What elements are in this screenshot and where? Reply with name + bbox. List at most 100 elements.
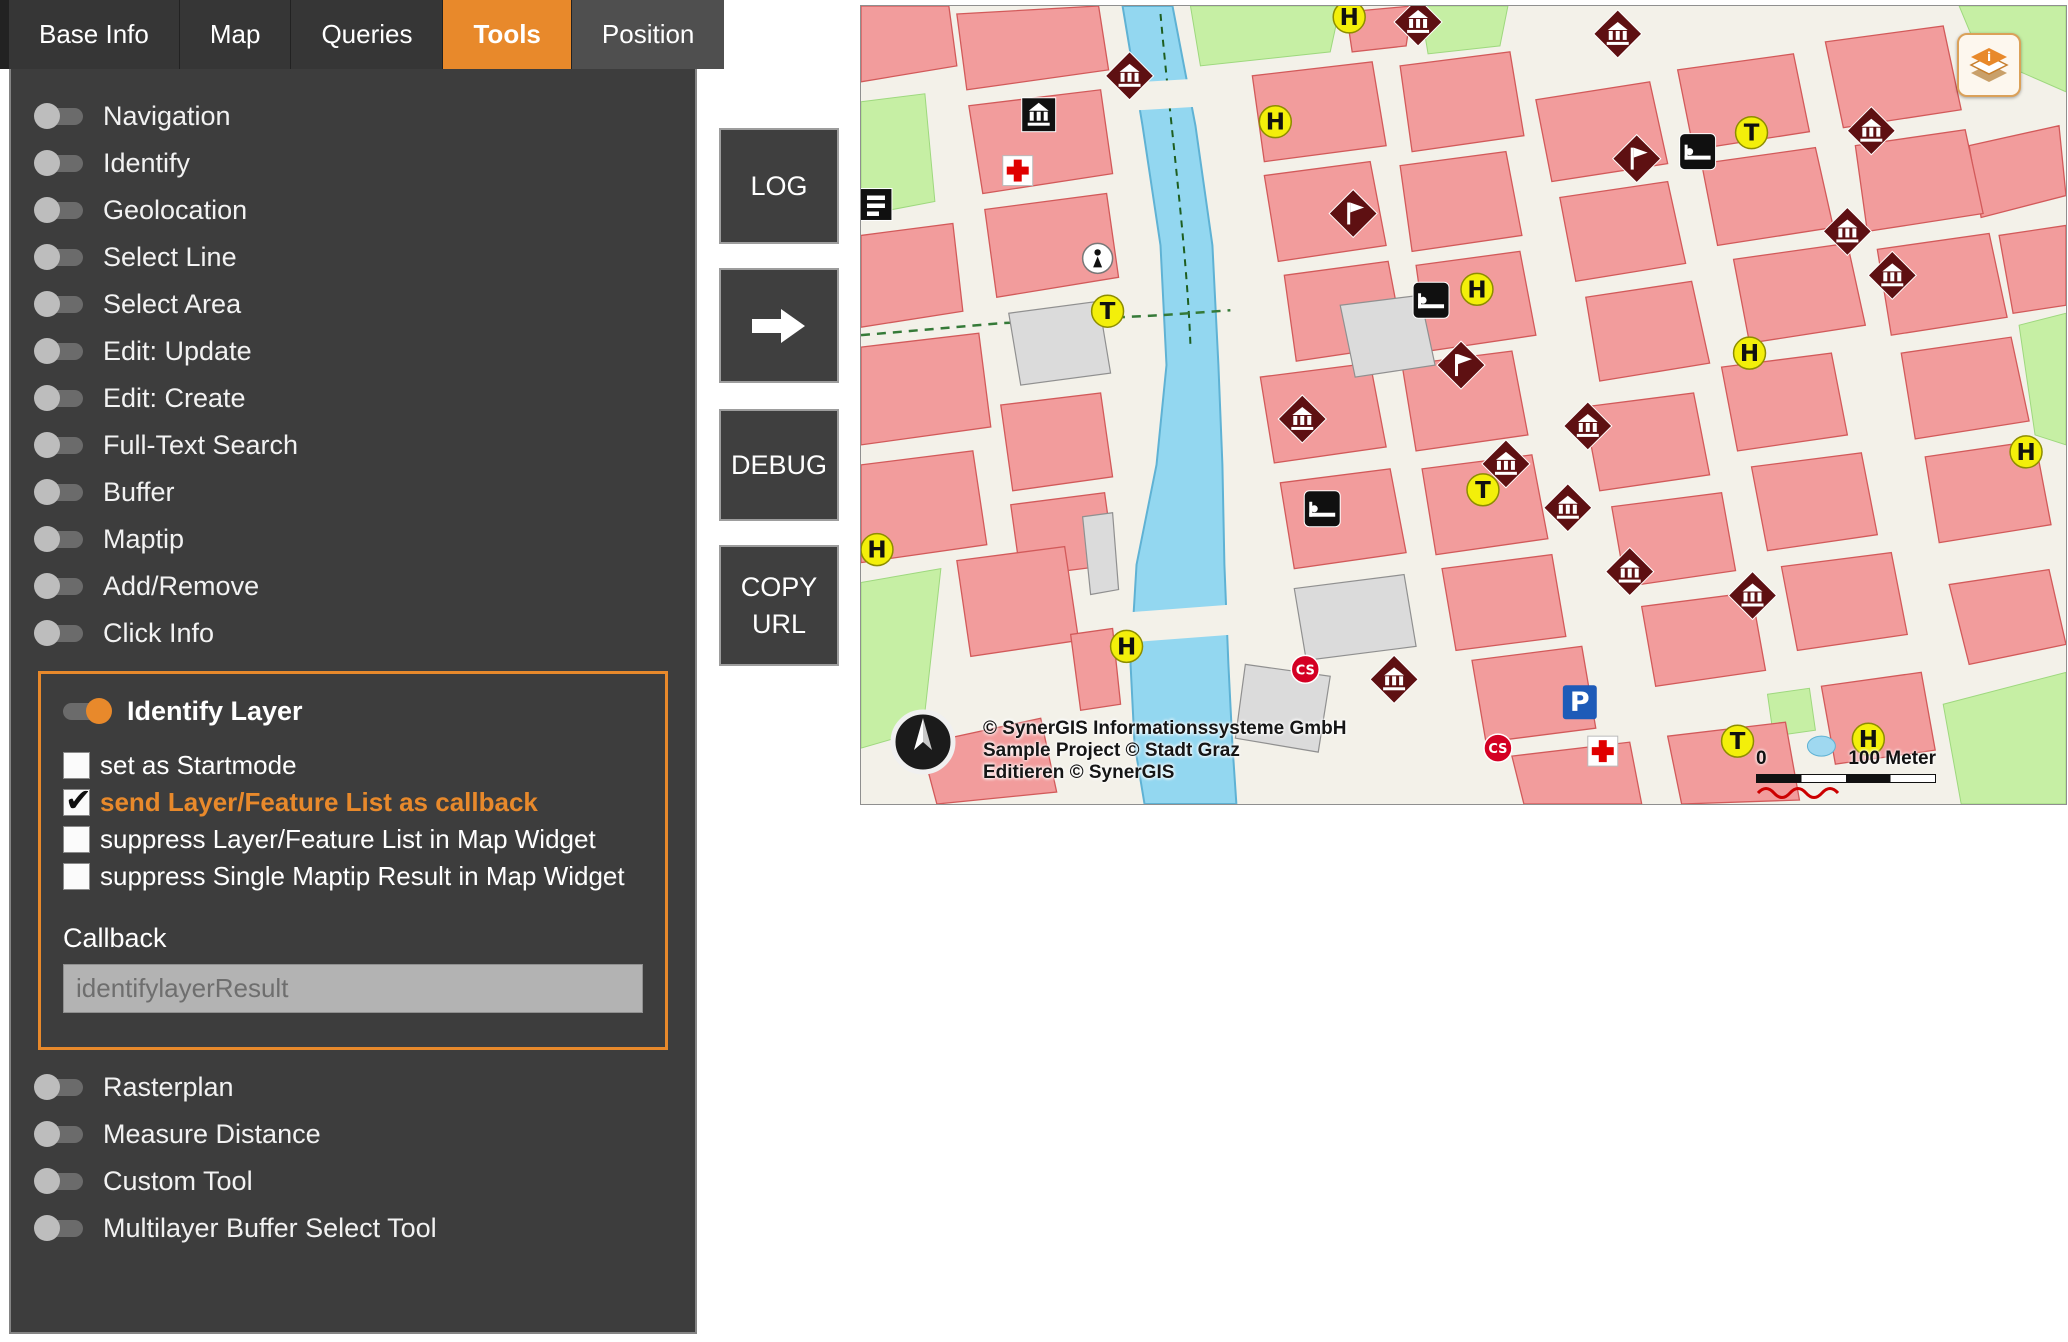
tool-toggle-add-remove[interactable]: Add/Remove [37, 563, 695, 610]
toggle-switch[interactable] [37, 578, 83, 595]
toggle-switch[interactable] [37, 343, 83, 360]
option-send-layer-feature-list-as-callback[interactable]: send Layer/Feature List as callback [63, 784, 643, 821]
toggle-label: Rasterplan [103, 1072, 234, 1103]
identify-options: set as Startmode send Layer/Feature List… [63, 747, 643, 895]
person-marker[interactable] [1083, 243, 1113, 273]
toggle-label: Add/Remove [103, 571, 259, 602]
toggle-switch[interactable] [37, 108, 83, 125]
toggle-label: Identify [103, 148, 190, 179]
cross-marker[interactable] [1588, 736, 1618, 766]
tool-toggle-navigation[interactable]: Navigation [37, 93, 695, 140]
tool-toggle-edit-update[interactable]: Edit: Update [37, 328, 695, 375]
cross-marker[interactable] [1003, 156, 1033, 186]
h-marker[interactable] [1111, 630, 1143, 662]
identify-layer-toggle[interactable] [63, 703, 109, 720]
tab-tools[interactable]: Tools [443, 0, 570, 69]
tool-toggle-select-area[interactable]: Select Area [37, 281, 695, 328]
h-marker[interactable] [2010, 436, 2042, 468]
hotel-marker[interactable] [1413, 282, 1449, 318]
toggle-switch[interactable] [37, 1220, 83, 1237]
toggle-label: Select Line [103, 242, 237, 273]
debug-button[interactable]: DEBUG [719, 409, 839, 521]
tool-toggle-select-line[interactable]: Select Line [37, 234, 695, 281]
toggle-label: Buffer [103, 477, 175, 508]
tool-toggle-custom-tool[interactable]: Custom Tool [37, 1158, 695, 1205]
tool-toggle-maptip[interactable]: Maptip [37, 516, 695, 563]
tool-toggle-click-info[interactable]: Click Info [37, 610, 695, 657]
toggle-switch[interactable] [37, 249, 83, 266]
h-marker[interactable] [1259, 106, 1291, 138]
t-marker[interactable] [1467, 474, 1499, 506]
option-suppress-single-maptip-result-in-map-widget[interactable]: suppress Single Maptip Result in Map Wid… [63, 858, 643, 895]
h-marker[interactable] [1333, 6, 1365, 33]
hotel-marker[interactable] [1304, 491, 1340, 527]
compass-icon[interactable] [887, 706, 959, 778]
toggle-switch[interactable] [37, 1173, 83, 1190]
tool-toggle-identify[interactable]: Identify [37, 140, 695, 187]
svg-text:i: i [1987, 50, 1991, 64]
attribution-line: Sample Project © Stadt Graz [983, 740, 1347, 762]
toggle-label: Click Info [103, 618, 214, 649]
toggle-switch[interactable] [37, 296, 83, 313]
tool-toggle-rasterplan[interactable]: Rasterplan [37, 1064, 695, 1111]
t-marker[interactable] [1736, 117, 1768, 149]
option-label: suppress Layer/Feature List in Map Widge… [100, 824, 596, 854]
parking-marker[interactable] [1563, 685, 1597, 719]
next-step-button[interactable] [719, 268, 839, 383]
scalebar-max: 100 Meter [1848, 748, 1936, 770]
tab-base-info[interactable]: Base Info [9, 0, 179, 69]
toggle-switch[interactable] [37, 390, 83, 407]
cs-marker[interactable] [1291, 655, 1319, 683]
hotel-marker[interactable] [1680, 134, 1716, 170]
toggle-switch[interactable] [37, 625, 83, 642]
layers-button[interactable]: i [1957, 33, 2021, 97]
option-set-as-startmode[interactable]: set as Startmode [63, 747, 643, 784]
tab-map[interactable]: Map [180, 0, 291, 69]
tool-toggle-buffer[interactable]: Buffer [37, 469, 695, 516]
t-marker[interactable] [1092, 295, 1124, 327]
checkbox[interactable] [63, 789, 90, 816]
toggle-switch[interactable] [37, 1079, 83, 1096]
h-marker[interactable] [861, 534, 893, 566]
museum-square-marker[interactable] [1022, 98, 1056, 132]
log-button[interactable]: LOG [719, 128, 839, 244]
option-label: send Layer/Feature List as callback [100, 787, 538, 817]
copy-url-button[interactable]: COPY URL [719, 545, 839, 666]
tool-list-bottom: Rasterplan Measure Distance Custom Tool … [11, 1050, 695, 1252]
callback-input[interactable] [63, 964, 643, 1013]
toggle-switch[interactable] [37, 155, 83, 172]
toggle-switch[interactable] [37, 531, 83, 548]
scalebar-squiggle [1756, 785, 1876, 799]
h-marker[interactable] [1461, 273, 1493, 305]
toggle-label: Edit: Create [103, 383, 246, 414]
tab-position[interactable]: Position [572, 0, 725, 69]
t-marker[interactable] [1722, 725, 1754, 757]
tool-toggle-multilayer-buffer-select-tool[interactable]: Multilayer Buffer Select Tool [37, 1205, 695, 1252]
checkbox[interactable] [63, 826, 90, 853]
h-marker[interactable] [1734, 337, 1766, 369]
toggle-switch[interactable] [37, 1126, 83, 1143]
tool-toggle-geolocation[interactable]: Geolocation [37, 187, 695, 234]
checkbox[interactable] [63, 752, 90, 779]
tool-toggle-full-text-search[interactable]: Full-Text Search [37, 422, 695, 469]
identify-layer-box: Identify Layer set as Startmode send Lay… [38, 671, 668, 1050]
map-viewport[interactable]: H T [860, 5, 2067, 805]
tab-queries[interactable]: Queries [291, 0, 442, 69]
callback-label: Callback [63, 923, 643, 954]
map-scalebar: 0 100 Meter [1756, 748, 1936, 799]
toggle-switch[interactable] [37, 484, 83, 501]
arrow-right-icon [747, 302, 811, 350]
checkbox[interactable] [63, 863, 90, 890]
option-suppress-layer-feature-list-in-map-widget[interactable]: suppress Layer/Feature List in Map Widge… [63, 821, 643, 858]
identify-layer-header: Identify Layer [63, 696, 643, 727]
tool-toggle-measure-distance[interactable]: Measure Distance [37, 1111, 695, 1158]
toggle-switch[interactable] [37, 437, 83, 454]
tool-toggle-edit-create[interactable]: Edit: Create [37, 375, 695, 422]
cs-marker[interactable] [1484, 734, 1512, 762]
toggle-label: Full-Text Search [103, 430, 298, 461]
toggle-switch[interactable] [37, 202, 83, 219]
toggle-label: Geolocation [103, 195, 247, 226]
bars-marker[interactable] [861, 189, 892, 221]
toggle-label: Select Area [103, 289, 241, 320]
tab-bar: Base InfoMapQueriesToolsPosition [0, 0, 698, 69]
